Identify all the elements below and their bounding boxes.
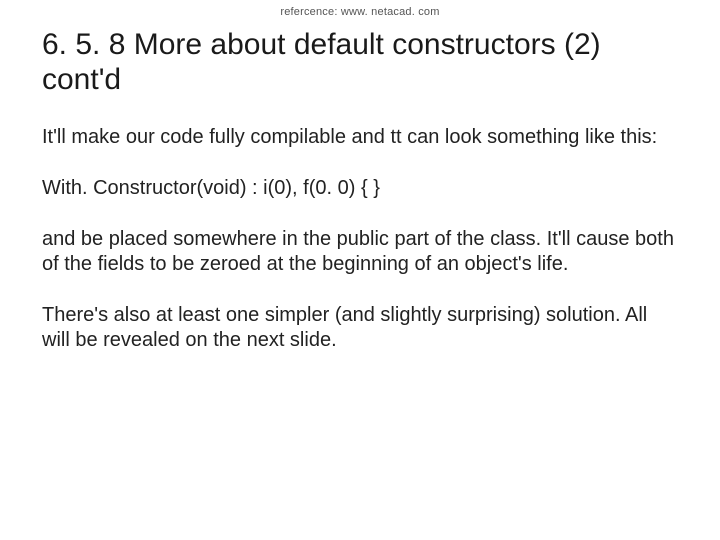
- paragraph-code: With. Constructor(void) : i(0), f(0. 0) …: [42, 176, 678, 201]
- paragraph-explain: and be placed somewhere in the public pa…: [42, 227, 678, 277]
- slide-title: 6. 5. 8 More about default constructors …: [42, 28, 678, 97]
- paragraph-intro: It'll make our code fully compilable and…: [42, 125, 678, 150]
- reference-text: refercence: www. netacad. com: [42, 0, 678, 28]
- slide: refercence: www. netacad. com 6. 5. 8 Mo…: [0, 0, 720, 540]
- slide-body: It'll make our code fully compilable and…: [42, 125, 678, 353]
- paragraph-teaser: There's also at least one simpler (and s…: [42, 303, 678, 353]
